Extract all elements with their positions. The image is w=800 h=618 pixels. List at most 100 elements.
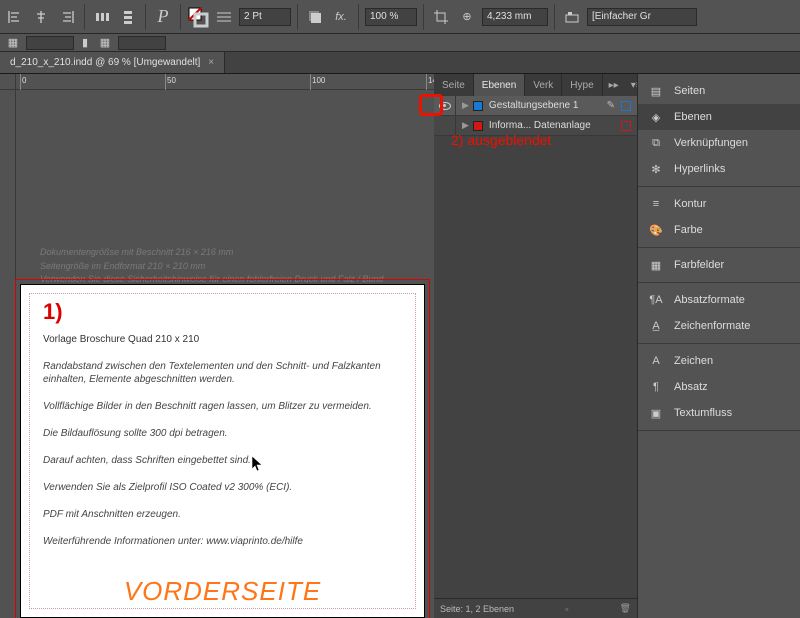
grid2-icon[interactable]: ▦ bbox=[96, 36, 114, 50]
eye-icon bbox=[439, 102, 451, 110]
distribute-v-icon[interactable] bbox=[117, 6, 139, 28]
new-layer-icon[interactable]: ▫ bbox=[565, 604, 568, 614]
crop-icon[interactable] bbox=[430, 6, 452, 28]
panel-item-label: Textumfluss bbox=[674, 407, 732, 419]
doc-paragraph: Weiterführende Informationen unter: www.… bbox=[43, 535, 410, 548]
styles-icon[interactable] bbox=[561, 6, 583, 28]
hyperlink-icon: ✻ bbox=[648, 161, 664, 177]
ruler-tick-label: 0 bbox=[22, 76, 26, 85]
visibility-toggle[interactable] bbox=[434, 96, 456, 115]
char-icon: A bbox=[648, 353, 664, 369]
panel-group: ¶A Absatzformate A̲Zeichenformate bbox=[638, 283, 800, 344]
stroke-icon: ≡ bbox=[648, 196, 664, 212]
layer-name: Gestaltungsebene 1 bbox=[489, 100, 579, 111]
color-icon: 🎨 bbox=[648, 222, 664, 238]
fx-text-icon[interactable]: fx. bbox=[330, 6, 352, 28]
layers-panel-status: Seite: 1, 2 Ebenen ▫ 🗑 bbox=[434, 598, 637, 618]
panel-item-char-styles[interactable]: A̲Zeichenformate bbox=[638, 313, 800, 339]
align-left-icon[interactable] bbox=[4, 6, 26, 28]
para-styles-icon: ¶A bbox=[648, 292, 664, 308]
distribute-h-icon[interactable] bbox=[91, 6, 113, 28]
close-icon[interactable]: × bbox=[208, 57, 214, 68]
collapse-icon[interactable]: ▸▸ bbox=[603, 74, 625, 96]
align-right-icon[interactable] bbox=[56, 6, 78, 28]
panel-item-label: Absatzformate bbox=[674, 294, 745, 306]
meta-line: Dokumentengrößse mit Beschnitt 216 × 216… bbox=[40, 246, 383, 260]
panel-item-label: Hyperlinks bbox=[674, 163, 725, 175]
zoom-input[interactable] bbox=[365, 8, 417, 26]
panel-item-textwrap[interactable]: ▣Textumfluss bbox=[638, 400, 800, 426]
para-icon: ¶ bbox=[648, 379, 664, 395]
doc-paragraph: Die Bildauflösung sollte 300 dpi betrage… bbox=[43, 427, 410, 440]
panel-tabs: Seite Ebenen Verk Hype ▸▸ ▾≡ bbox=[434, 74, 637, 96]
panel-group: AZeichen¶Absatz▣Textumfluss bbox=[638, 344, 800, 431]
panel-item-char[interactable]: AZeichen bbox=[638, 348, 800, 374]
doc-paragraph: Vollflächige Bilder in den Beschnitt rag… bbox=[43, 400, 410, 413]
canvas[interactable]: 0 50 100 140 Dokumentengrößse mit Beschn… bbox=[0, 74, 434, 618]
layer-color-swatch bbox=[473, 121, 483, 131]
layer-name: Informa... Datenanlage bbox=[489, 120, 591, 131]
doc-paragraph: PDF mit Anschnitten erzeugen. bbox=[43, 508, 410, 521]
document-tab[interactable]: d_210_x_210.indd @ 69 % [Umgewandelt] × bbox=[0, 52, 225, 73]
target-icon[interactable] bbox=[621, 101, 631, 111]
ruler-tick-label: 140 bbox=[428, 76, 434, 85]
links-icon: ⧉ bbox=[648, 135, 664, 151]
grid-icon[interactable]: ▦ bbox=[4, 36, 22, 50]
panel-item-stroke[interactable]: ≡Kontur bbox=[638, 191, 800, 217]
object-style-select[interactable] bbox=[587, 8, 697, 26]
document-page[interactable]: 1) Vorlage Broschure Quad 210 x 210 Rand… bbox=[20, 284, 425, 618]
ruler-tick-label: 50 bbox=[167, 76, 176, 85]
tab-hyperlinks[interactable]: Hype bbox=[562, 74, 602, 96]
panel-item-para[interactable]: ¶Absatz bbox=[638, 374, 800, 400]
meta-line: Seitengröße im Endformat 210 × 210 mm bbox=[40, 260, 383, 274]
ruler-tick-label: 100 bbox=[312, 76, 325, 85]
layer-row[interactable]: ▶ Gestaltungsebene 1 ✎ bbox=[434, 96, 637, 116]
tab-pages[interactable]: Seite bbox=[434, 74, 474, 96]
layers-panel: Seite Ebenen Verk Hype ▸▸ ▾≡ ▶ Gestaltun… bbox=[434, 74, 637, 618]
panel-item-label: Seiten bbox=[674, 85, 705, 97]
disclosure-icon[interactable]: ▶ bbox=[462, 120, 469, 131]
layers-icon: ◈ bbox=[648, 109, 664, 125]
panel-item-swatches[interactable]: ▦Farbfelder bbox=[638, 252, 800, 278]
doc-title: Vorlage Broschure Quad 210 x 210 bbox=[43, 333, 410, 346]
stroke-weight-input[interactable] bbox=[239, 8, 291, 26]
panel-item-label: Zeichenformate bbox=[674, 320, 750, 332]
panel-item-links[interactable]: ⧉ Verknüpfungen bbox=[638, 130, 800, 156]
annotation-marker-1: 1) bbox=[43, 299, 410, 325]
fill-stroke-icon[interactable] bbox=[187, 6, 209, 28]
panel-group: ≡Kontur 🎨 Farbe bbox=[638, 187, 800, 248]
effects-icon[interactable] bbox=[304, 6, 326, 28]
ruler-horizontal: 0 50 100 140 bbox=[0, 74, 434, 90]
stroke-weight-icon[interactable] bbox=[213, 6, 235, 28]
target-icon[interactable] bbox=[621, 121, 631, 131]
field-2[interactable] bbox=[118, 36, 166, 50]
field-1[interactable] bbox=[26, 36, 74, 50]
doc-paragraph: Verwenden Sie als Zielprofil ISO Coated … bbox=[43, 481, 410, 494]
pen-icon[interactable]: ✎ bbox=[607, 100, 615, 111]
panel-item-label: Farbe bbox=[674, 224, 703, 236]
panel-item-color[interactable]: 🎨 Farbe bbox=[638, 217, 800, 243]
panel-item-hyperlink[interactable]: ✻ Hyperlinks bbox=[638, 156, 800, 182]
doc-paragraph: Randabstand zwischen den Textelementen u… bbox=[43, 360, 410, 386]
align-center-icon[interactable] bbox=[30, 6, 52, 28]
trash-icon[interactable]: 🗑 bbox=[620, 603, 631, 614]
measure-icon[interactable]: ⊕ bbox=[456, 6, 478, 28]
panel-item-label: Verknüpfungen bbox=[674, 137, 748, 149]
panel-group: ▤Seiten ◈ Ebenen ⧉ Verknüpfungen ✻ Hyperlinks bbox=[638, 74, 800, 187]
panel-item-layers[interactable]: ◈ Ebenen bbox=[638, 104, 800, 130]
panel-group: ▦Farbfelder bbox=[638, 248, 800, 283]
tab-links[interactable]: Verk bbox=[525, 74, 562, 96]
document-content: 1) Vorlage Broschure Quad 210 x 210 Rand… bbox=[43, 299, 410, 562]
control-bar: P fx. ⊕ bbox=[0, 0, 800, 34]
doc-paragraph: Darauf achten, dass Schriften eingebette… bbox=[43, 454, 410, 467]
paragraph-mode-icon[interactable]: P bbox=[152, 6, 174, 28]
tab-layers[interactable]: Ebenen bbox=[474, 74, 525, 96]
disclosure-icon[interactable]: ▶ bbox=[462, 100, 469, 111]
offset-input[interactable] bbox=[482, 8, 548, 26]
bleed-meta: Dokumentengrößse mit Beschnitt 216 × 216… bbox=[40, 246, 383, 287]
panel-item-label: Ebenen bbox=[674, 111, 712, 123]
panel-item-pages[interactable]: ▤Seiten bbox=[638, 78, 800, 104]
panel-item-label: Farbfelder bbox=[674, 259, 724, 271]
panel-item-para-styles[interactable]: ¶A Absatzformate bbox=[638, 287, 800, 313]
layers-status-text: Seite: 1, 2 Ebenen bbox=[440, 604, 514, 614]
